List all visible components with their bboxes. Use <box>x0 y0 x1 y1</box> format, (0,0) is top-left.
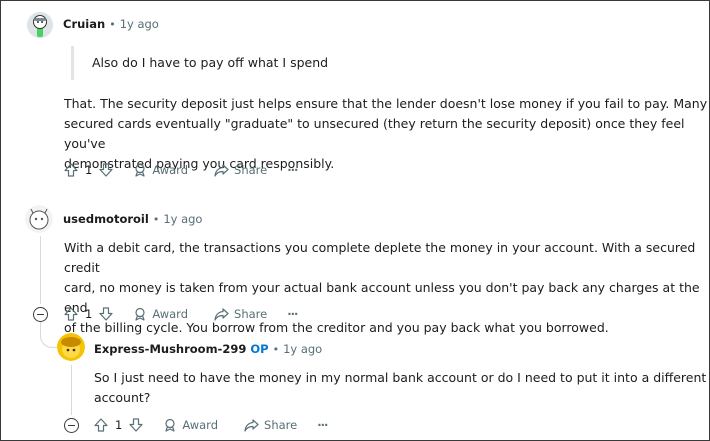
share-button[interactable]: Share <box>244 418 297 432</box>
avatar[interactable] <box>27 12 53 38</box>
downvote-icon <box>99 163 113 177</box>
comment-actions: 1 Award Share ··· <box>64 160 298 180</box>
comment-line: So I just need to have the money in my n… <box>94 370 707 385</box>
meta-separator: • <box>109 17 116 31</box>
award-icon <box>135 307 145 321</box>
award-button[interactable]: Award <box>133 307 188 321</box>
share-button[interactable]: Share <box>214 307 267 321</box>
award-label: Award <box>152 163 189 177</box>
share-icon <box>214 164 229 177</box>
share-label: Share <box>234 307 268 321</box>
downvote-icon <box>129 418 143 432</box>
quote-bar <box>71 46 74 80</box>
more-options-button[interactable]: ··· <box>287 163 298 177</box>
meta-separator: • <box>152 212 160 226</box>
avatar[interactable] <box>57 333 85 361</box>
award-button[interactable]: Award <box>133 163 188 177</box>
share-button[interactable]: Share <box>214 163 267 177</box>
upvote-button[interactable] <box>64 307 78 321</box>
comment-actions: 1 Award Share ··· <box>64 304 298 324</box>
award-icon <box>135 163 145 177</box>
upvote-icon <box>94 418 108 432</box>
share-label: Share <box>264 418 298 432</box>
meta-separator: • <box>272 342 280 356</box>
downvote-button[interactable] <box>99 163 113 177</box>
downvote-button[interactable] <box>99 307 113 321</box>
collapse-thread-button[interactable] <box>64 418 79 433</box>
comment-actions: 1 Award Share ··· <box>94 415 328 435</box>
more-options-button[interactable]: ··· <box>287 307 298 321</box>
comment-age[interactable]: 1y ago <box>283 342 322 356</box>
author-name[interactable]: Cruian <box>63 17 105 31</box>
award-button[interactable]: Award <box>163 418 218 432</box>
vote-count: 1 <box>85 307 93 321</box>
upvote-icon <box>64 307 78 321</box>
share-icon <box>244 419 259 432</box>
thread-line <box>71 365 72 415</box>
comment-line: account? <box>94 390 151 405</box>
award-label: Award <box>152 307 189 321</box>
op-badge: OP <box>250 342 269 356</box>
share-icon <box>214 308 229 321</box>
comment-line: That. The security deposit just helps en… <box>64 96 708 111</box>
vote-count: 1 <box>85 163 93 177</box>
collapse-thread-button[interactable] <box>33 307 48 322</box>
upvote-button[interactable] <box>94 418 108 432</box>
downvote-button[interactable] <box>129 418 143 432</box>
award-icon <box>165 418 175 432</box>
quoted-text: Also do I have to pay off what I spend <box>92 55 329 70</box>
downvote-icon <box>99 307 113 321</box>
comment-age[interactable]: 1y ago <box>120 17 159 31</box>
upvote-icon <box>64 163 78 177</box>
award-label: Award <box>182 418 219 432</box>
vote-count: 1 <box>115 418 123 432</box>
upvote-button[interactable] <box>64 163 78 177</box>
more-options-button[interactable]: ··· <box>317 418 328 432</box>
comment-body: So I just need to have the money in my n… <box>94 368 706 408</box>
comment-meta: Express-Mushroom-299 OP • 1y ago <box>94 342 322 356</box>
comment-meta: Cruian • 1y ago <box>63 17 159 31</box>
thread-line <box>40 236 41 304</box>
comment-line: secured cards eventually "graduate" to u… <box>64 116 685 151</box>
author-name[interactable]: usedmotoroil <box>63 212 149 226</box>
comment-line: With a debit card, the transactions you … <box>64 240 696 275</box>
comment-meta: usedmotoroil • 1y ago <box>63 212 202 226</box>
author-name[interactable]: Express-Mushroom-299 <box>94 342 246 356</box>
share-label: Share <box>234 163 268 177</box>
reply-connector <box>40 322 57 348</box>
avatar[interactable] <box>25 205 53 233</box>
comment-age[interactable]: 1y ago <box>163 212 202 226</box>
